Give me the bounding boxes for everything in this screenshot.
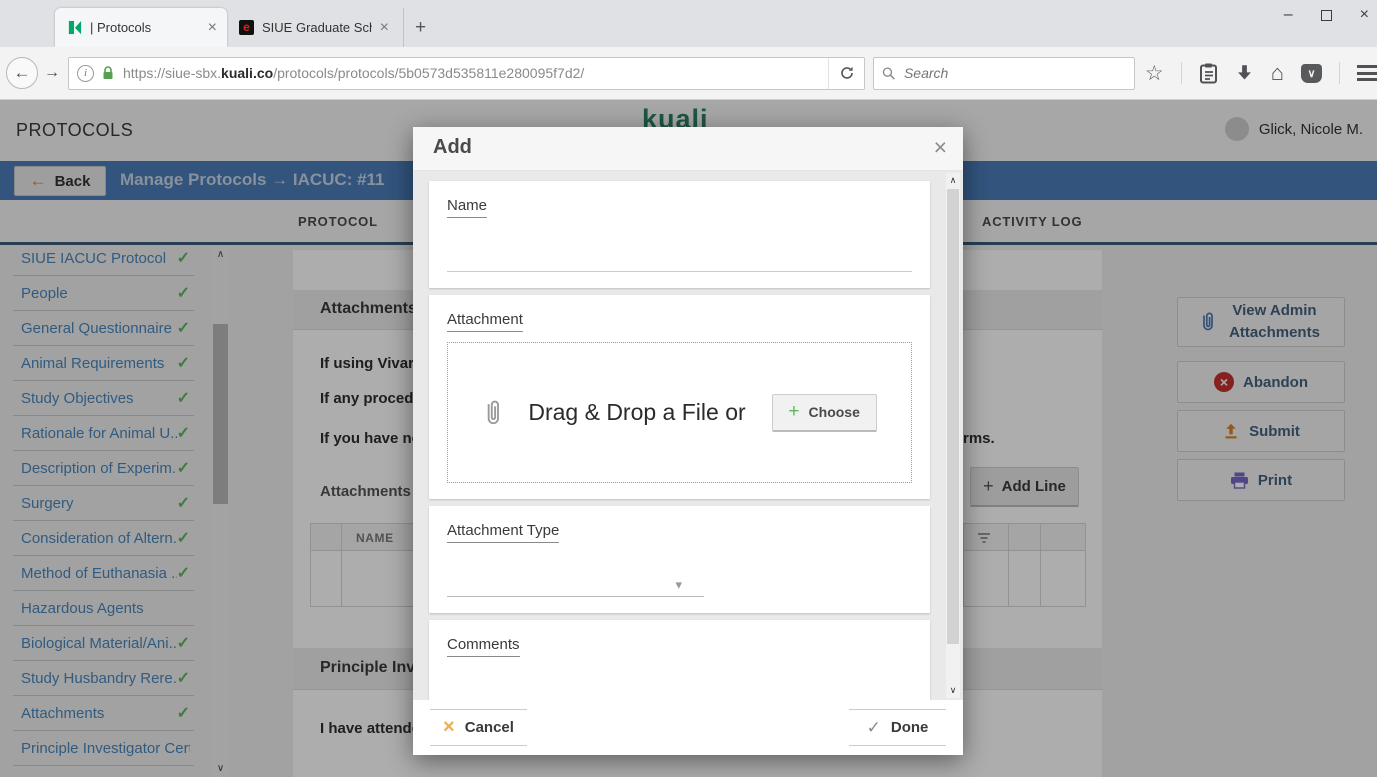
toolbar-icons: ☆ ⌂ ∨ bbox=[1145, 60, 1377, 86]
browser-tab-protocols[interactable]: | Protocols × bbox=[55, 8, 227, 47]
plus-icon: + bbox=[788, 401, 799, 423]
done-check-icon: ✓ bbox=[867, 718, 881, 738]
toolbar-divider bbox=[1181, 62, 1182, 84]
attachment-type-label: Attachment Type bbox=[447, 522, 559, 543]
comments-card: Comments ∧ MORE bbox=[429, 620, 930, 700]
dialog-footer: × Cancel ✓ Done bbox=[413, 700, 963, 755]
browser-back-button[interactable]: ← bbox=[6, 57, 38, 89]
paperclip-icon bbox=[482, 398, 502, 428]
window-controls: – × bbox=[1284, 6, 1369, 24]
pocket-icon[interactable]: ∨ bbox=[1301, 64, 1322, 83]
nav-buttons: ← → bbox=[6, 57, 64, 89]
kuali-favicon bbox=[67, 20, 82, 35]
browser-toolbar: ← → i https://siue-sbx.kuali.co/protocol… bbox=[0, 47, 1377, 100]
attachment-type-card: Attachment Type ▾ bbox=[429, 506, 930, 613]
name-input[interactable] bbox=[447, 244, 912, 272]
tab-title[interactable]: SIUE Graduate School - Fu... bbox=[262, 20, 372, 35]
url-bar[interactable]: i https://siue-sbx.kuali.co/protocols/pr… bbox=[68, 57, 865, 90]
search-box[interactable] bbox=[873, 57, 1135, 90]
maximize-button[interactable] bbox=[1321, 10, 1332, 21]
home-icon[interactable]: ⌂ bbox=[1271, 60, 1284, 86]
search-input[interactable] bbox=[904, 65, 1126, 81]
site-info-icon[interactable]: i bbox=[77, 65, 94, 82]
cancel-label: Cancel bbox=[465, 719, 514, 736]
tab-close-icon[interactable]: × bbox=[380, 19, 389, 37]
toolbar-divider bbox=[1339, 62, 1340, 84]
siue-favicon: e bbox=[239, 20, 254, 35]
browser-tabs: | Protocols × e SIUE Graduate School - F… bbox=[55, 8, 437, 47]
minimize-button[interactable]: – bbox=[1284, 6, 1293, 24]
cancel-x-icon: × bbox=[443, 716, 455, 739]
tab-title[interactable]: | Protocols bbox=[90, 20, 200, 35]
done-button[interactable]: ✓ Done bbox=[849, 709, 946, 746]
done-label: Done bbox=[891, 719, 929, 736]
search-icon bbox=[882, 66, 896, 81]
reload-icon bbox=[839, 65, 855, 81]
chevron-down-icon: ▾ bbox=[675, 577, 682, 593]
downloads-icon[interactable] bbox=[1235, 64, 1254, 83]
scroll-down-icon[interactable]: ∨ bbox=[946, 685, 960, 696]
choose-label: Choose bbox=[809, 404, 860, 420]
scrollbar-thumb[interactable] bbox=[947, 189, 959, 644]
file-dropzone[interactable]: Drag & Drop a File or + Choose bbox=[447, 342, 912, 483]
bookmark-star-icon[interactable]: ☆ bbox=[1145, 61, 1164, 86]
tab-close-icon[interactable]: × bbox=[208, 19, 217, 37]
name-field-card: Name bbox=[429, 181, 930, 288]
url-text[interactable]: https://siue-sbx.kuali.co/protocols/prot… bbox=[123, 65, 828, 81]
choose-file-button[interactable]: + Choose bbox=[772, 394, 877, 432]
comments-label: Comments bbox=[447, 636, 520, 657]
new-tab-button[interactable]: + bbox=[403, 8, 437, 47]
browser-tab-siue[interactable]: e SIUE Graduate School - Fu... × bbox=[227, 8, 399, 47]
reload-button[interactable] bbox=[828, 58, 864, 89]
cancel-button[interactable]: × Cancel bbox=[430, 709, 527, 746]
bookmarks-clipboard-icon[interactable] bbox=[1199, 63, 1218, 84]
attachment-label: Attachment bbox=[447, 311, 523, 332]
browser-forward-button[interactable]: → bbox=[40, 64, 64, 82]
attachment-type-select[interactable]: ▾ bbox=[447, 573, 704, 597]
scroll-up-icon[interactable]: ∧ bbox=[946, 175, 960, 186]
dialog-scrollbar[interactable]: ∧ ∨ bbox=[946, 173, 960, 698]
dialog-title: Add bbox=[433, 136, 472, 159]
close-window-button[interactable]: × bbox=[1360, 6, 1369, 24]
add-attachment-dialog: Add × Name Attachment Drag & Drop a File… bbox=[413, 127, 963, 755]
https-lock-icon bbox=[101, 65, 115, 81]
screen: | Protocols × e SIUE Graduate School - F… bbox=[0, 0, 1377, 777]
menu-icon[interactable] bbox=[1357, 65, 1377, 81]
dialog-body: Name Attachment Drag & Drop a File or + … bbox=[413, 171, 963, 700]
name-label: Name bbox=[447, 197, 487, 218]
dialog-close-icon[interactable]: × bbox=[934, 134, 947, 161]
dropzone-text: Drag & Drop a File or bbox=[528, 399, 745, 426]
attachment-field-card: Attachment Drag & Drop a File or + Choos… bbox=[429, 295, 930, 499]
dialog-header: Add × bbox=[413, 127, 963, 171]
browser-titlebar: | Protocols × e SIUE Graduate School - F… bbox=[0, 0, 1377, 47]
